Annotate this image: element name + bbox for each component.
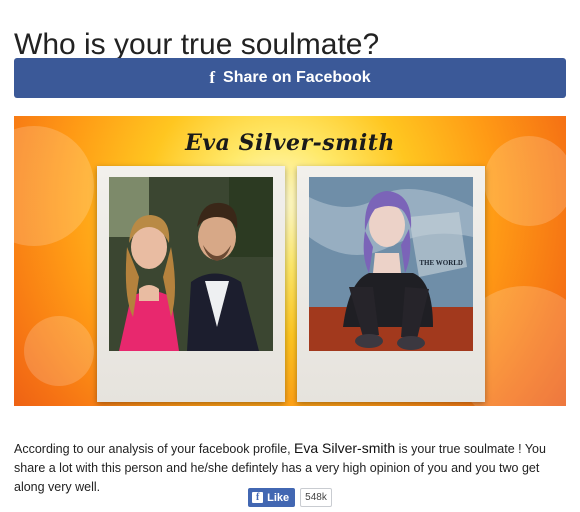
couple-illustration	[109, 177, 273, 351]
polaroid-frame-right: THE WORLD	[297, 166, 485, 402]
facebook-like-button[interactable]: f Like	[248, 488, 296, 507]
page-title: Who is your true soulmate?	[14, 28, 380, 62]
facebook-f-icon: f	[209, 68, 216, 87]
world-map-label: THE WORLD	[419, 259, 463, 267]
like-button-label: Like	[267, 491, 290, 504]
soulmate-name-heading: Eva Silver-smith	[185, 130, 395, 156]
banner-glow	[24, 316, 94, 386]
share-button-label: Share on Facebook	[223, 69, 371, 86]
polaroid-frame-left	[97, 166, 285, 402]
like-count-badge: 548k	[300, 488, 332, 507]
result-banner: Eva Silver-smith THE WORLD	[14, 116, 566, 406]
like-widget: f Like 548k	[0, 488, 580, 507]
description-text-start: According to our analysis of your facebo…	[14, 441, 295, 456]
facebook-f-icon: f	[252, 492, 264, 503]
profile-photo-soulmate: THE WORLD	[309, 177, 473, 351]
share-on-facebook-button[interactable]: f Share on Facebook	[14, 58, 566, 98]
profile-photo-couple	[109, 177, 273, 351]
description-soulmate-name: Eva Silver-smith	[294, 439, 396, 456]
